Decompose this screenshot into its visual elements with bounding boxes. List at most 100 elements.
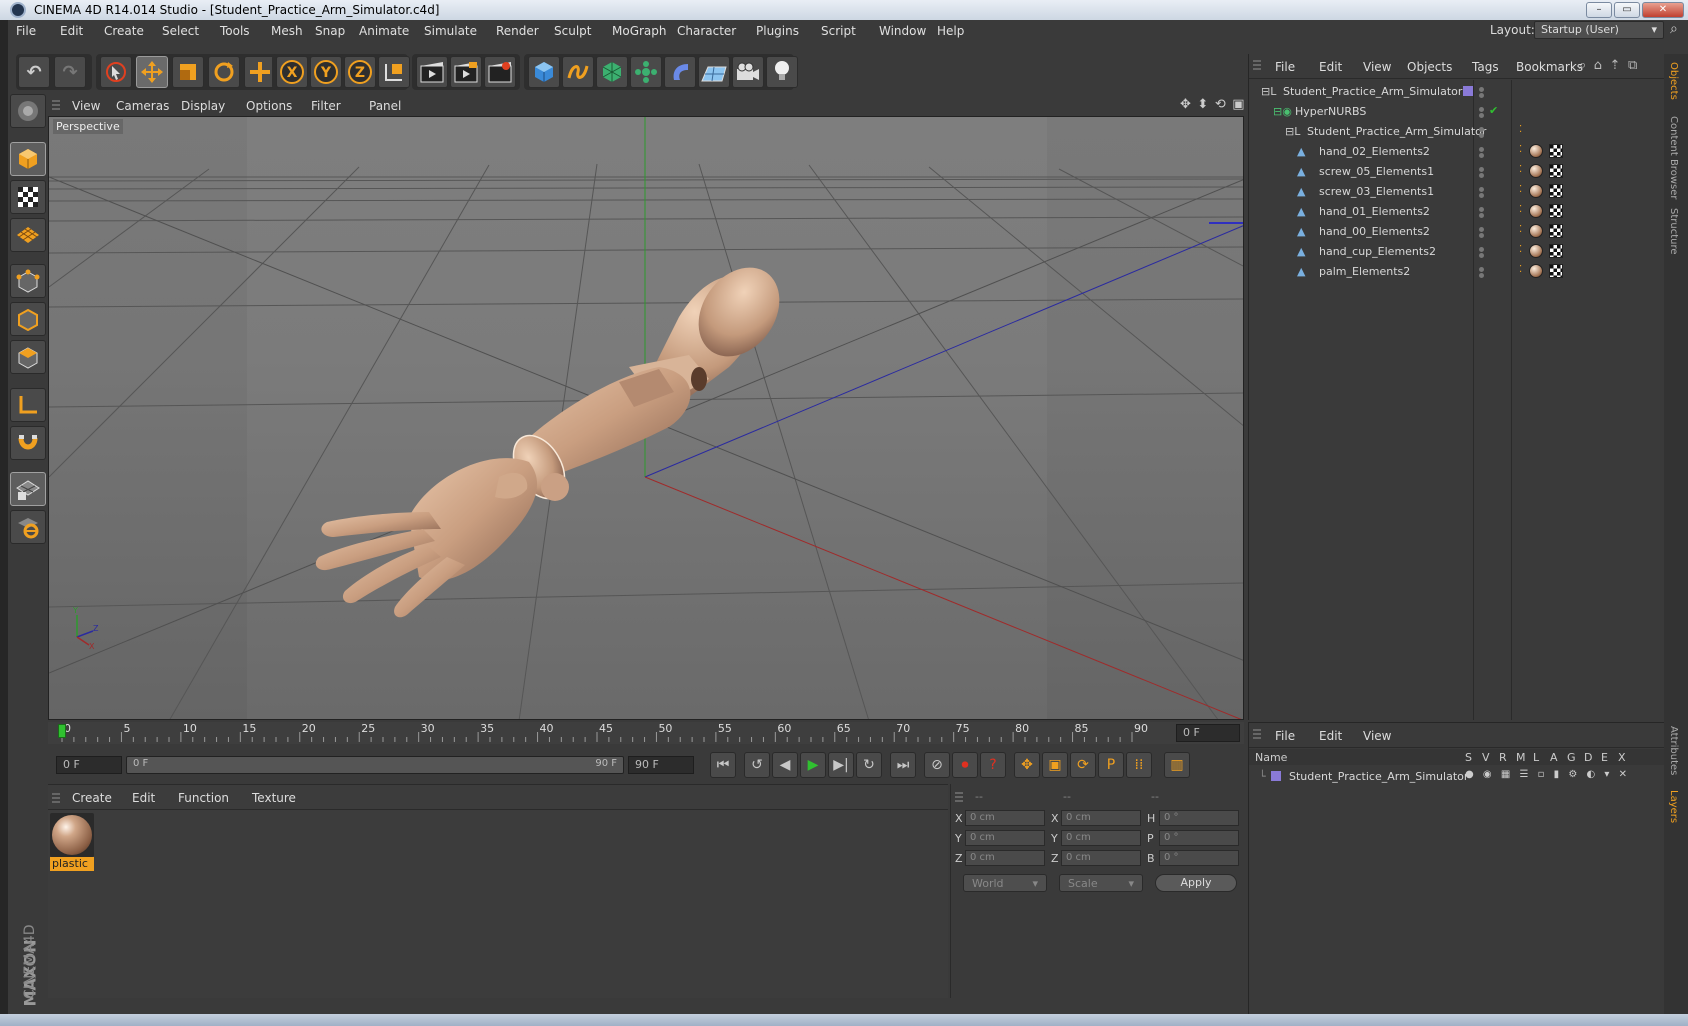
home-icon[interactable]: ⌂ [1594, 58, 1602, 73]
rot-b-input[interactable]: 0 ° [1159, 850, 1239, 866]
record-position-icon[interactable]: ✥ [1014, 752, 1040, 778]
uvw-tag-icon[interactable] [1549, 204, 1563, 218]
undo-button[interactable]: ↶ [18, 56, 50, 88]
menu-edit[interactable]: Edit [60, 24, 83, 38]
menu-sculpt[interactable]: Sculpt [554, 24, 591, 38]
menu-mograph[interactable]: MoGraph [612, 24, 667, 38]
object-name[interactable]: hand_00_Elements2 [1319, 225, 1430, 238]
material-tag-icon[interactable] [1529, 164, 1543, 178]
menu-animate[interactable]: Animate [359, 24, 409, 38]
go-to-previous-key-icon[interactable]: ↺ [744, 752, 770, 778]
layout-dropdown[interactable]: Startup (User) ▾ [1534, 21, 1664, 39]
layer-column-s[interactable]: S [1465, 751, 1472, 764]
object-row[interactable]: ▲ palm_Elements2 ⁚ [1253, 262, 1661, 282]
go-to-end-icon[interactable]: ⏭ [890, 752, 916, 778]
grip-handle-icon[interactable] [955, 792, 963, 804]
record-scale-icon[interactable]: ▣ [1042, 752, 1068, 778]
layer-toggle-icons[interactable]: ● ◉ ▦ ☰ ▫ ▮ ⚙ ◐ ▾ ✕ [1465, 769, 1661, 783]
grip-handle-icon[interactable] [1253, 729, 1261, 741]
menu-render[interactable]: Render [496, 24, 539, 38]
viewport-menu-cameras[interactable]: Cameras [116, 99, 169, 113]
rotate-tool-icon[interactable] [208, 56, 240, 88]
camera-icon[interactable] [732, 56, 764, 88]
layer-column-g[interactable]: G [1567, 751, 1576, 764]
editor-visibility-dot[interactable] [1479, 247, 1484, 252]
y-axis-lock-icon[interactable]: Y [310, 56, 342, 88]
render-visibility-dot[interactable] [1479, 233, 1484, 238]
make-editable-icon[interactable] [10, 94, 46, 128]
material-menu-create[interactable]: Create [72, 791, 112, 805]
object-name[interactable]: screw_05_Elements1 [1319, 165, 1434, 178]
timeline-ruler[interactable]: 0 5 10 15 20 25 30 35 40 45 50 55 60 65 70 75 80 85 90 0 F [48, 722, 1244, 744]
render-visibility-dot[interactable] [1479, 253, 1484, 258]
record-point-level-icon[interactable]: ⁞⁞ [1126, 752, 1152, 778]
spline-pen-icon[interactable] [562, 56, 594, 88]
object-row[interactable]: ▲ screw_05_Elements1 ⁚ [1253, 162, 1661, 182]
phong-tag-icon[interactable]: ⁚ [1519, 184, 1522, 195]
enabled-check-icon[interactable]: ✔ [1489, 104, 1498, 117]
layer-name[interactable]: Student_Practice_Arm_Simulator [1289, 770, 1468, 783]
light-bulb-icon[interactable] [766, 56, 798, 88]
editor-visibility-dot[interactable] [1479, 107, 1484, 112]
play-forwards-icon[interactable]: ▶ [800, 752, 826, 778]
timeline-window-icon[interactable]: ▥ [1164, 752, 1190, 778]
object-name[interactable]: palm_Elements2 [1319, 265, 1410, 278]
record-active-objects-icon[interactable]: ⊘ [924, 752, 950, 778]
toggle-viewport-layout-icon[interactable]: ▣ [1232, 97, 1244, 112]
viewport-menu-filter[interactable]: Filter [311, 99, 341, 113]
object-row[interactable]: ⊟L Student_Practice_Arm_Simulator ⁚ [1253, 122, 1661, 142]
editor-visibility-dot[interactable] [1479, 267, 1484, 272]
layer-column-x[interactable]: X [1618, 751, 1626, 764]
layer-column-e[interactable]: E [1601, 751, 1608, 764]
object-name[interactable]: Student_Practice_Arm_Simulator [1307, 125, 1486, 138]
pos-y-input[interactable]: 0 cm [965, 830, 1045, 846]
render-settings-icon[interactable] [484, 56, 516, 88]
coordinate-mode-dropdown[interactable]: World ▾ [963, 874, 1047, 892]
robotic-arm-model[interactable] [315, 252, 796, 618]
editor-visibility-dot[interactable] [1479, 127, 1484, 132]
autokeying-icon[interactable]: ⏺ [952, 752, 978, 778]
dolly-view-icon[interactable]: ⬍ [1197, 97, 1208, 112]
phong-tag-icon[interactable]: ⁚ [1519, 204, 1522, 215]
polygons-mode-icon[interactable] [10, 340, 46, 374]
editor-visibility-dot[interactable] [1479, 227, 1484, 232]
uvw-tag-icon[interactable] [1549, 144, 1563, 158]
object-menu-edit[interactable]: Edit [1319, 60, 1342, 74]
uvw-tag-icon[interactable] [1549, 264, 1563, 278]
z-axis-lock-icon[interactable]: Z [344, 56, 376, 88]
apply-button[interactable]: Apply [1155, 874, 1237, 892]
material-tag-icon[interactable] [1529, 204, 1543, 218]
cube-primitive-icon[interactable] [528, 56, 560, 88]
material-tag-icon[interactable] [1529, 264, 1543, 278]
material-thumbnail[interactable] [50, 813, 94, 857]
object-row[interactable]: ▲ screw_03_Elements1 ⁚ [1253, 182, 1661, 202]
material-tag-icon[interactable] [1529, 244, 1543, 258]
uvw-tag-icon[interactable] [1549, 244, 1563, 258]
search-icon[interactable]: ⌕ [1670, 21, 1678, 37]
tweak-magnet-icon[interactable] [10, 426, 46, 460]
orbit-view-icon[interactable]: ⟲ [1215, 97, 1226, 112]
coordinate-system-icon[interactable] [378, 56, 410, 88]
axis-mode-icon[interactable] [10, 388, 46, 422]
points-mode-icon[interactable] [10, 264, 46, 298]
viewport-menu-view[interactable]: View [72, 99, 100, 113]
render-to-picture-viewer-icon[interactable] [450, 56, 482, 88]
grip-handle-icon[interactable] [52, 100, 60, 112]
size-y-input[interactable]: 0 cm [1061, 830, 1141, 846]
go-to-previous-frame-icon[interactable]: ◀ [772, 752, 798, 778]
minimize-button[interactable]: – [1586, 2, 1612, 18]
material-menu-edit[interactable]: Edit [132, 791, 155, 805]
tab-objects[interactable]: Objects [1668, 62, 1679, 100]
transform-mode-dropdown[interactable]: Scale ▾ [1059, 874, 1143, 892]
material-tag-icon[interactable] [1529, 184, 1543, 198]
menu-help[interactable]: Help [937, 24, 964, 38]
phong-tag-icon[interactable]: ⁚ [1519, 124, 1522, 135]
viewport-menu-display[interactable]: Display [181, 99, 225, 113]
pos-z-input[interactable]: 0 cm [965, 850, 1045, 866]
render-visibility-dot[interactable] [1479, 273, 1484, 278]
redo-button[interactable]: ↷ [54, 56, 86, 88]
render-visibility-dot[interactable] [1479, 93, 1484, 98]
object-row[interactable]: ⊟L Student_Practice_Arm_Simulator [1253, 82, 1661, 102]
editor-visibility-dot[interactable] [1479, 207, 1484, 212]
object-name[interactable]: hand_cup_Elements2 [1319, 245, 1436, 258]
